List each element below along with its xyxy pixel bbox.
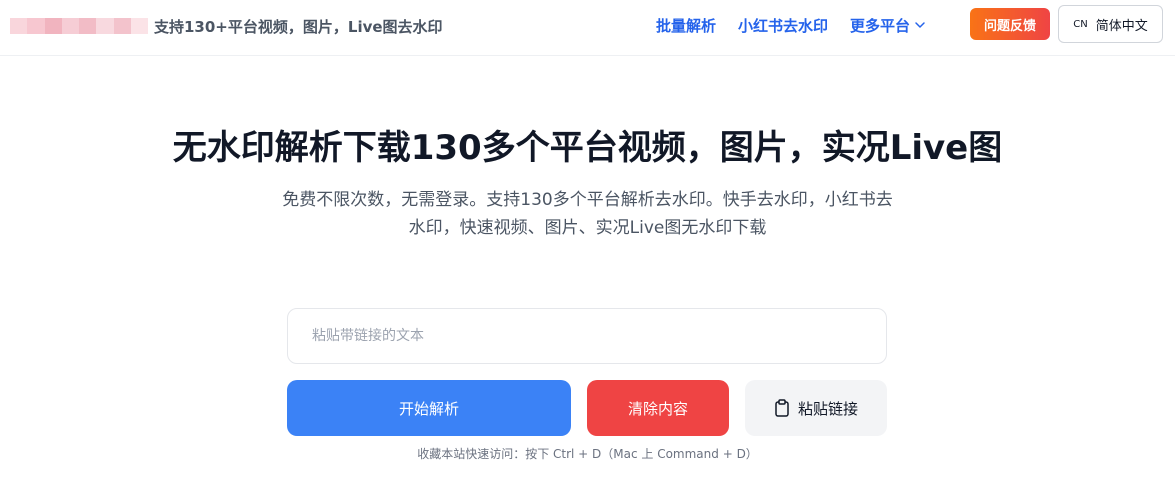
brand-tagline: 支持130+平台视频，图片，Live图去水印 [154, 17, 443, 36]
logo-segment [10, 18, 28, 34]
clear-content-button[interactable]: 清除内容 [587, 380, 729, 436]
nav-batch-parse-label: 批量解析 [656, 16, 717, 35]
page-subtitle: 免费不限次数，无需登录。支持130多个平台解析去水印。快手去水印，小红书去水印，… [282, 190, 893, 238]
paste-link-label: 粘贴链接 [797, 399, 858, 418]
language-code: CN [1073, 18, 1088, 30]
main-nav: 批量解析 小红书去水印 更多平台 [656, 0, 948, 50]
nav-more-platforms[interactable]: 更多平台 [850, 15, 926, 36]
clipboard-icon [775, 399, 789, 417]
logo-segment [96, 18, 114, 34]
link-input[interactable] [288, 309, 886, 363]
logo-segment [113, 18, 131, 34]
language-selector[interactable]: CN 简体中文 [1058, 5, 1163, 43]
nav-batch-parse[interactable]: 批量解析 [656, 15, 716, 36]
nav-xiaohongshu[interactable]: 小红书去水印 [738, 15, 828, 36]
bookmark-hint: 收藏本站快速访问：按下 Ctrl + D（Mac 上 Command + D） [417, 447, 758, 461]
logo-segment [130, 18, 148, 34]
top-header: 支持130+平台视频，图片，Live图去水印 批量解析 小红书去水印 更多平台 … [0, 0, 1175, 56]
site-logo [10, 18, 148, 34]
nav-more-platforms-label: 更多平台 [850, 16, 911, 35]
logo-segment [44, 18, 62, 34]
logo-segment [79, 18, 97, 34]
language-label: 简体中文 [1095, 18, 1148, 34]
paste-link-button[interactable]: 粘贴链接 [745, 380, 887, 436]
brand[interactable]: 支持130+平台视频，图片，Live图去水印 [10, 14, 443, 38]
link-input-container [287, 308, 887, 364]
start-parse-button[interactable]: 开始解析 [287, 380, 571, 436]
chevron-down-icon [915, 22, 925, 28]
page-title: 无水印解析下载130多个平台视频，图片，实况Live图 [172, 128, 1003, 168]
logo-segment [61, 18, 79, 34]
feedback-button[interactable]: 问题反馈 [970, 8, 1050, 40]
nav-xiaohongshu-label: 小红书去水印 [738, 16, 829, 35]
logo-segment [27, 18, 45, 34]
